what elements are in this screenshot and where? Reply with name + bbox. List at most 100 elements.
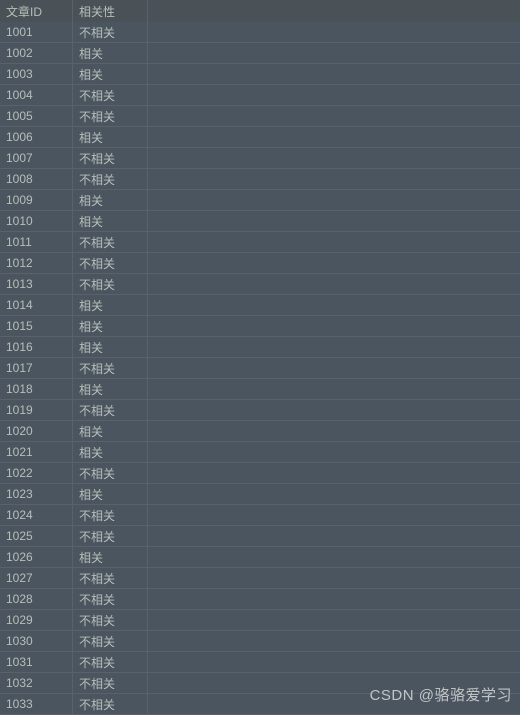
- table-row[interactable]: 1023相关: [0, 484, 520, 505]
- cell-id[interactable]: 1005: [0, 106, 73, 126]
- table-row[interactable]: 1028不相关: [0, 589, 520, 610]
- header-id[interactable]: 文章ID: [0, 0, 73, 22]
- table-row[interactable]: 1027不相关: [0, 568, 520, 589]
- cell-id[interactable]: 1025: [0, 526, 73, 546]
- cell-rel[interactable]: 相关: [73, 211, 148, 231]
- table-row[interactable]: 1004不相关: [0, 85, 520, 106]
- table-row[interactable]: 1003相关: [0, 64, 520, 85]
- cell-id[interactable]: 1001: [0, 22, 73, 42]
- table-row[interactable]: 1019不相关: [0, 400, 520, 421]
- cell-id[interactable]: 1002: [0, 43, 73, 63]
- cell-id[interactable]: 1013: [0, 274, 73, 294]
- cell-rel[interactable]: 不相关: [73, 631, 148, 651]
- cell-rel[interactable]: 相关: [73, 442, 148, 462]
- table-row[interactable]: 1010相关: [0, 211, 520, 232]
- table-row[interactable]: 1012不相关: [0, 253, 520, 274]
- cell-id[interactable]: 1033: [0, 694, 73, 714]
- cell-id[interactable]: 1010: [0, 211, 73, 231]
- cell-rel[interactable]: 相关: [73, 127, 148, 147]
- cell-id[interactable]: 1012: [0, 253, 73, 273]
- cell-id[interactable]: 1017: [0, 358, 73, 378]
- table-row[interactable]: 1026相关: [0, 547, 520, 568]
- table-row[interactable]: 1007不相关: [0, 148, 520, 169]
- table-row[interactable]: 1032不相关: [0, 673, 520, 694]
- table-row[interactable]: 1013不相关: [0, 274, 520, 295]
- cell-id[interactable]: 1031: [0, 652, 73, 672]
- table-row[interactable]: 1002相关: [0, 43, 520, 64]
- table-row[interactable]: 1033不相关: [0, 694, 520, 715]
- cell-id[interactable]: 1004: [0, 85, 73, 105]
- cell-rel[interactable]: 相关: [73, 337, 148, 357]
- cell-id[interactable]: 1030: [0, 631, 73, 651]
- table-row[interactable]: 1008不相关: [0, 169, 520, 190]
- cell-rel[interactable]: 不相关: [73, 673, 148, 693]
- cell-rel[interactable]: 相关: [73, 190, 148, 210]
- cell-id[interactable]: 1026: [0, 547, 73, 567]
- table-row[interactable]: 1009相关: [0, 190, 520, 211]
- table-row[interactable]: 1022不相关: [0, 463, 520, 484]
- table-row[interactable]: 1015相关: [0, 316, 520, 337]
- table-row[interactable]: 1006相关: [0, 127, 520, 148]
- table-row[interactable]: 1017不相关: [0, 358, 520, 379]
- cell-rel[interactable]: 不相关: [73, 505, 148, 525]
- cell-id[interactable]: 1003: [0, 64, 73, 84]
- cell-rel[interactable]: 相关: [73, 379, 148, 399]
- cell-id[interactable]: 1032: [0, 673, 73, 693]
- cell-id[interactable]: 1027: [0, 568, 73, 588]
- cell-rel[interactable]: 不相关: [73, 148, 148, 168]
- cell-id[interactable]: 1019: [0, 400, 73, 420]
- table-row[interactable]: 1024不相关: [0, 505, 520, 526]
- cell-rel[interactable]: 不相关: [73, 22, 148, 42]
- cell-id[interactable]: 1022: [0, 463, 73, 483]
- cell-rel[interactable]: 不相关: [73, 85, 148, 105]
- cell-rel[interactable]: 不相关: [73, 589, 148, 609]
- cell-id[interactable]: 1011: [0, 232, 73, 252]
- cell-id[interactable]: 1006: [0, 127, 73, 147]
- cell-id[interactable]: 1020: [0, 421, 73, 441]
- cell-rel[interactable]: 不相关: [73, 274, 148, 294]
- cell-id[interactable]: 1024: [0, 505, 73, 525]
- cell-rel[interactable]: 不相关: [73, 694, 148, 714]
- table-row[interactable]: 1014相关: [0, 295, 520, 316]
- cell-rel[interactable]: 不相关: [73, 400, 148, 420]
- cell-id[interactable]: 1008: [0, 169, 73, 189]
- cell-id[interactable]: 1023: [0, 484, 73, 504]
- cell-rel[interactable]: 不相关: [73, 463, 148, 483]
- cell-rel[interactable]: 相关: [73, 64, 148, 84]
- cell-rel[interactable]: 相关: [73, 484, 148, 504]
- table-row[interactable]: 1020相关: [0, 421, 520, 442]
- cell-rel[interactable]: 相关: [73, 43, 148, 63]
- cell-rel[interactable]: 不相关: [73, 358, 148, 378]
- cell-id[interactable]: 1015: [0, 316, 73, 336]
- cell-id[interactable]: 1029: [0, 610, 73, 630]
- table-row[interactable]: 1021相关: [0, 442, 520, 463]
- cell-id[interactable]: 1021: [0, 442, 73, 462]
- cell-rel[interactable]: 相关: [73, 295, 148, 315]
- cell-rel[interactable]: 不相关: [73, 568, 148, 588]
- cell-rel[interactable]: 相关: [73, 421, 148, 441]
- cell-rel[interactable]: 不相关: [73, 652, 148, 672]
- header-rel[interactable]: 相关性: [73, 0, 148, 22]
- table-row[interactable]: 1029不相关: [0, 610, 520, 631]
- cell-id[interactable]: 1016: [0, 337, 73, 357]
- cell-id[interactable]: 1014: [0, 295, 73, 315]
- table-row[interactable]: 1005不相关: [0, 106, 520, 127]
- cell-rel[interactable]: 相关: [73, 316, 148, 336]
- cell-id[interactable]: 1009: [0, 190, 73, 210]
- table-row[interactable]: 1031不相关: [0, 652, 520, 673]
- cell-id[interactable]: 1028: [0, 589, 73, 609]
- cell-rel[interactable]: 相关: [73, 547, 148, 567]
- cell-rel[interactable]: 不相关: [73, 610, 148, 630]
- table-row[interactable]: 1030不相关: [0, 631, 520, 652]
- cell-rel[interactable]: 不相关: [73, 526, 148, 546]
- cell-rel[interactable]: 不相关: [73, 232, 148, 252]
- table-row[interactable]: 1011不相关: [0, 232, 520, 253]
- table-row[interactable]: 1001不相关: [0, 22, 520, 43]
- cell-id[interactable]: 1018: [0, 379, 73, 399]
- table-row[interactable]: 1016相关: [0, 337, 520, 358]
- cell-id[interactable]: 1007: [0, 148, 73, 168]
- cell-rel[interactable]: 不相关: [73, 253, 148, 273]
- cell-rel[interactable]: 不相关: [73, 106, 148, 126]
- cell-rel[interactable]: 不相关: [73, 169, 148, 189]
- table-row[interactable]: 1018相关: [0, 379, 520, 400]
